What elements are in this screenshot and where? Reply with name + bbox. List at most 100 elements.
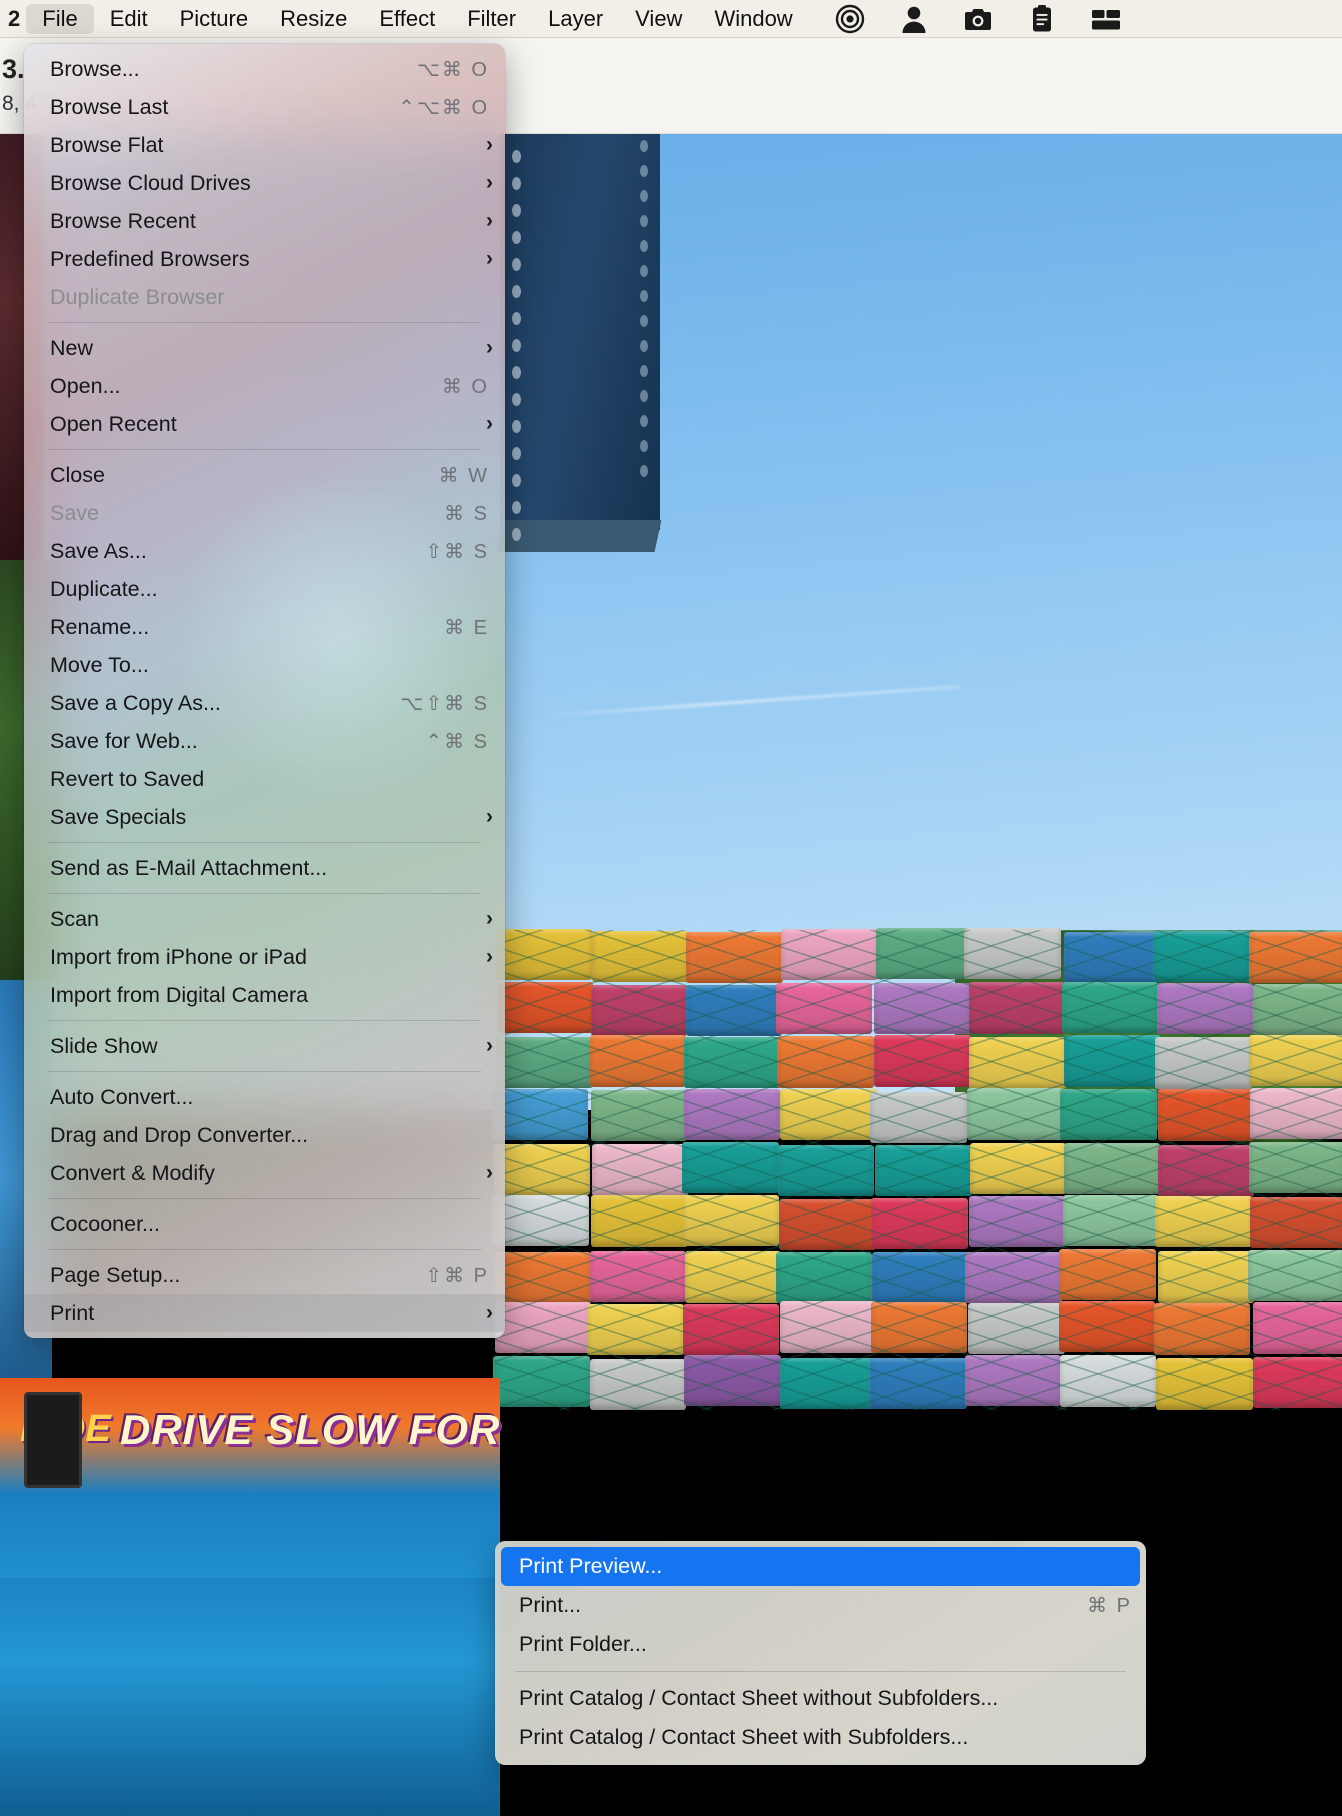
menu-item-drag-and-drop-converter[interactable]: Drag and Drop Converter... [24,1116,505,1154]
menu-item-label: Browse Flat [50,132,164,157]
submenu-separator [515,1671,1126,1672]
menubar-item-resize[interactable]: Resize [264,4,363,34]
menu-item-label: New [50,335,94,360]
submenu-item-print-folder[interactable]: Print Folder... [495,1625,1146,1664]
menu-item-save-a-copy-as[interactable]: Save a Copy As... ⌥⇧⌘ S [24,684,505,722]
camera-icon[interactable] [963,4,993,34]
banner-lower-panel [0,1578,500,1816]
menubar-item-edit[interactable]: Edit [94,4,164,34]
menu-item-label: Auto Convert... [50,1084,194,1109]
crate [684,1354,781,1407]
menubar-item-view[interactable]: View [619,4,698,34]
crate [493,1355,590,1408]
menu-item-predefined-browsers[interactable]: Predefined Browsers › [24,240,505,278]
crate [1064,931,1161,983]
submenu-item-print-catalog-contact-sheet-without-subfolders[interactable]: Print Catalog / Contact Sheet without Su… [495,1679,1146,1718]
menu-item-auto-convert[interactable]: Auto Convert... [24,1078,505,1116]
speaker-box [24,1392,82,1488]
menu-item-label: Save Specials [50,804,187,829]
crate [1248,1142,1342,1194]
menu-item-convert-modify[interactable]: Convert & Modify › [24,1154,505,1192]
chevron-right-icon: › [486,805,493,828]
menu-item-print[interactable]: Print › [24,1294,505,1332]
menu-item-close[interactable]: Close ⌘ W [24,456,505,494]
menu-item-send-as-e-mail-attachment[interactable]: Send as E-Mail Attachment... [24,849,505,887]
crate [684,1036,781,1089]
file-menu-dropdown[interactable]: Browse... ⌥⌘ O Browse Last ⌃⌥⌘ O Browse Flat… [24,44,505,1338]
menu-item-label: Open... [50,373,121,398]
menubar-item-picture[interactable]: Picture [164,4,264,34]
person-icon[interactable] [899,4,929,34]
crate [870,1091,967,1144]
menu-item-new[interactable]: New › [24,329,505,367]
banner-text-primary: DRIVE SLOW FOR [120,1406,501,1453]
menu-item-label: Page Setup... [50,1262,181,1287]
crate [494,1301,592,1354]
menu-item-rename[interactable]: Rename... ⌘ E [24,608,505,646]
menu-item-slide-show[interactable]: Slide Show › [24,1027,505,1065]
crate [780,1357,877,1410]
menu-item-browse-last[interactable]: Browse Last ⌃⌥⌘ O [24,88,505,126]
submenu-item-print-preview[interactable]: Print Preview... [501,1547,1140,1586]
crate [682,1195,780,1247]
crate [494,1252,592,1304]
menu-item-label: Open Recent [50,411,177,436]
menubar-item-effect[interactable]: Effect [363,4,451,34]
print-submenu[interactable]: Print Preview... Print... ⌘ P Print Folder.… [495,1541,1146,1765]
crate [968,1303,1065,1355]
menu-item-import-from-digital-camera[interactable]: Import from Digital Camera [24,976,505,1014]
menubar-item-file[interactable]: File [26,3,94,34]
menu-item-label: Browse Last [50,94,169,119]
menu-item-save-specials[interactable]: Save Specials › [24,798,505,836]
menu-separator [48,842,481,843]
menu-item-open-recent[interactable]: Open Recent › [24,405,505,443]
target-icon[interactable] [835,4,865,34]
menubar-item-filter[interactable]: Filter [451,4,532,34]
crate [496,1037,593,1089]
crate [1252,1356,1342,1409]
menu-item-browse-recent[interactable]: Browse Recent › [24,202,505,240]
menu-item-browse-cloud-drives[interactable]: Browse Cloud Drives › [24,164,505,202]
menu-item-save-for-web[interactable]: Save for Web... ⌃⌘ S [24,722,505,760]
menu-item-label: Import from iPhone or iPad [50,944,307,969]
menu-item-revert-to-saved[interactable]: Revert to Saved [24,760,505,798]
menubar-item-layer[interactable]: Layer [532,4,619,34]
crate [685,985,783,1037]
crate [587,1303,684,1356]
menu-item-label: Browse... [50,56,140,81]
menu-item-label: Close [50,462,105,487]
menu-item-label: Cocooner... [50,1211,160,1236]
crate [965,1251,1062,1304]
menubar-item-window[interactable]: Window [698,4,808,34]
crate [1155,1195,1252,1247]
crate [872,1251,969,1303]
menu-item-label: Save for Web... [50,728,198,753]
menu-item-scan[interactable]: Scan › [24,900,505,938]
chevron-right-icon: › [486,336,493,359]
crate [969,1142,1067,1195]
menu-item-browse[interactable]: Browse... ⌥⌘ O [24,50,505,88]
crate [591,1089,688,1141]
chevron-right-icon: › [486,1034,493,1057]
window-tile-icon[interactable] [1091,4,1121,34]
menu-item-cocooner[interactable]: Cocooner... [24,1205,505,1243]
crate [874,1035,971,1087]
menu-item-move-to[interactable]: Move To... [24,646,505,684]
menu-item-save-as[interactable]: Save As... ⇧⌘ S [24,532,505,570]
submenu-item-print-catalog-contact-sheet-with-subfolders[interactable]: Print Catalog / Contact Sheet with Subfo… [495,1718,1146,1757]
chevron-right-icon: › [486,247,493,270]
crate [683,1088,781,1141]
menu-item-duplicate[interactable]: Duplicate... [24,570,505,608]
submenu-item-label: Print Catalog / Contact Sheet with Subfo… [519,1725,969,1749]
crate [682,1141,779,1194]
menu-item-page-setup[interactable]: Page Setup... ⇧⌘ P [24,1256,505,1294]
submenu-item-print[interactable]: Print... ⌘ P [495,1586,1146,1625]
menu-item-import-from-iphone-or-ipad[interactable]: Import from iPhone or iPad › [24,938,505,976]
menu-item-label: Revert to Saved [50,766,205,791]
clipboard-icon[interactable] [1027,4,1057,34]
menu-item-browse-flat[interactable]: Browse Flat › [24,126,505,164]
menu-item-open[interactable]: Open... ⌘ O [24,367,505,405]
menu-item-save: Save ⌘ S [24,494,505,532]
menu-item-shortcut: ⌥⇧⌘ S [400,692,489,715]
beam-rivets-right [640,140,656,477]
